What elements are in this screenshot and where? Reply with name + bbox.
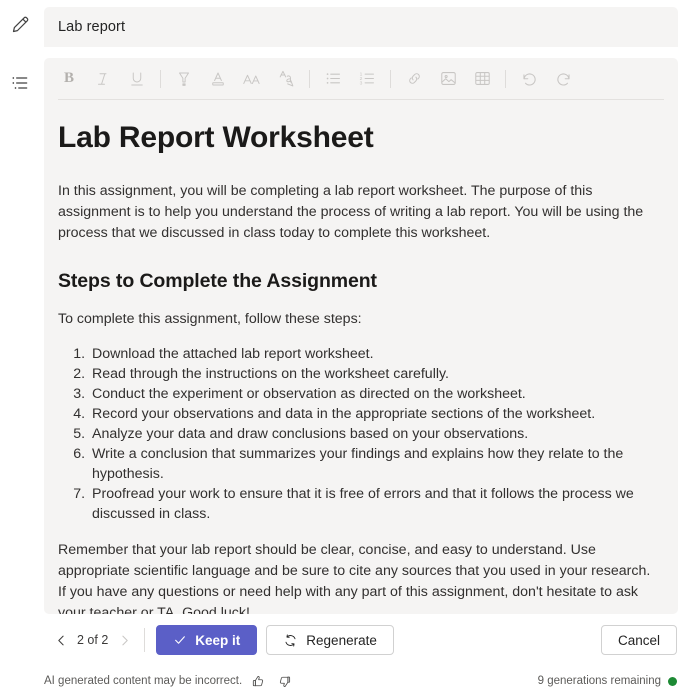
toolbar-separator <box>390 69 391 88</box>
footer-right-group: 9 generations remaining <box>538 675 677 687</box>
list-item: Analyze your data and draw conclusions b… <box>89 424 664 444</box>
next-draft-button[interactable] <box>113 627 135 653</box>
bulleted-list-icon[interactable] <box>316 64 350 94</box>
bold-icon[interactable]: B <box>52 64 86 94</box>
editor-card: B 1 2 3 Lab Report Worksheet In this ass… <box>44 58 678 614</box>
link-icon[interactable] <box>397 64 431 94</box>
list-item: Proofread your work to ensure that it is… <box>89 484 664 524</box>
svg-text:3: 3 <box>359 81 362 87</box>
regenerate-button[interactable]: Regenerate <box>266 625 394 655</box>
image-icon[interactable] <box>431 64 465 94</box>
highlight-glyph <box>179 72 189 86</box>
formatting-toolbar: B 1 2 3 <box>44 58 678 99</box>
thumbs-up-icon[interactable] <box>249 672 268 691</box>
toolbar-separator <box>505 69 506 88</box>
font-size-glyph <box>243 74 260 84</box>
undo-icon[interactable] <box>512 64 546 94</box>
action-bar-separator <box>144 628 146 652</box>
document-heading: Lab Report Worksheet <box>58 121 374 154</box>
pencil-icon[interactable] <box>7 11 33 37</box>
thumbs-down-icon[interactable] <box>275 672 294 691</box>
undo-glyph <box>522 73 536 86</box>
list-item: Download the attached lab report workshe… <box>89 344 664 364</box>
underline-glyph <box>131 72 143 85</box>
font-color-glyph <box>212 72 224 85</box>
font-size-icon[interactable] <box>235 64 269 94</box>
pencil-glyph <box>12 16 28 32</box>
keep-it-label: Keep it <box>195 632 241 648</box>
ai-disclaimer-text: AI generated content may be incorrect. <box>44 675 243 687</box>
regenerate-label: Regenerate <box>306 632 377 648</box>
chevron-right-icon <box>122 635 128 645</box>
checkmark-icon <box>175 636 186 644</box>
left-rail <box>0 0 40 660</box>
clear-formatting-glyph <box>279 70 293 87</box>
bulleted-list-glyph <box>326 73 340 84</box>
document-intro-paragraph: In this assignment, you will be completi… <box>58 183 644 242</box>
cancel-label: Cancel <box>617 632 660 648</box>
thumbs-up-glyph <box>253 675 264 686</box>
link-glyph <box>408 73 420 84</box>
toolbar-separator <box>160 69 161 88</box>
document-body[interactable]: Lab Report Worksheet In this assignment,… <box>44 100 678 614</box>
action-bar: 2 of 2 Keep it Regenerate Cancel <box>44 620 678 660</box>
numbered-list-icon[interactable]: 1 2 3 <box>350 64 384 94</box>
steps-list: Download the attached lab report workshe… <box>58 344 664 524</box>
cancel-button[interactable]: Cancel <box>600 625 677 655</box>
redo-glyph <box>556 73 570 86</box>
document-title-value: Lab report <box>58 19 126 35</box>
italic-icon[interactable] <box>86 64 120 94</box>
document-title-field[interactable]: Lab report <box>44 7 678 47</box>
font-color-icon[interactable] <box>201 64 235 94</box>
list-item: Write a conclusion that summarizes your … <box>89 444 664 484</box>
underline-icon[interactable] <box>120 64 154 94</box>
clear-formatting-icon[interactable] <box>269 64 303 94</box>
footer-bar: AI generated content may be incorrect. 9… <box>0 668 687 694</box>
table-glyph <box>474 72 490 85</box>
closing-paragraph-2: If you have any questions or need help w… <box>58 583 639 614</box>
closing-paragraph-1: Remember that your lab report should be … <box>58 541 651 579</box>
keep-it-button[interactable]: Keep it <box>156 625 258 655</box>
previous-draft-button[interactable] <box>50 627 72 653</box>
toolbar-separator <box>309 69 310 88</box>
regenerate-icon <box>285 633 296 647</box>
footer-left-group: AI generated content may be incorrect. <box>44 672 294 691</box>
thumbs-down-glyph <box>280 676 291 687</box>
outline-list-icon[interactable] <box>7 70 33 96</box>
chevron-left-icon <box>57 635 64 645</box>
italic-glyph <box>98 72 107 85</box>
generations-remaining-text: 9 generations remaining <box>537 675 661 687</box>
table-icon[interactable] <box>465 64 499 94</box>
steps-intro-paragraph: To complete this assignment, follow thes… <box>58 310 362 327</box>
pagination-label: 2 of 2 <box>77 633 109 647</box>
status-indicator-dot <box>668 676 677 686</box>
outline-list-glyph <box>12 77 28 89</box>
ai-draft-panel: Lab report B 1 2 3 Lab Report Worksheet … <box>0 0 687 695</box>
redo-icon[interactable] <box>546 64 580 94</box>
list-item: Record your observations and data in the… <box>89 404 664 424</box>
image-glyph <box>440 72 456 85</box>
list-item: Conduct the experiment or observation as… <box>89 384 664 404</box>
list-item: Read through the instructions on the wor… <box>89 364 664 384</box>
document-subheading: Steps to Complete the Assignment <box>58 270 377 293</box>
pagination: 2 of 2 <box>44 627 135 653</box>
highlight-icon[interactable] <box>167 64 201 94</box>
numbered-list-glyph: 1 2 3 <box>359 71 374 87</box>
